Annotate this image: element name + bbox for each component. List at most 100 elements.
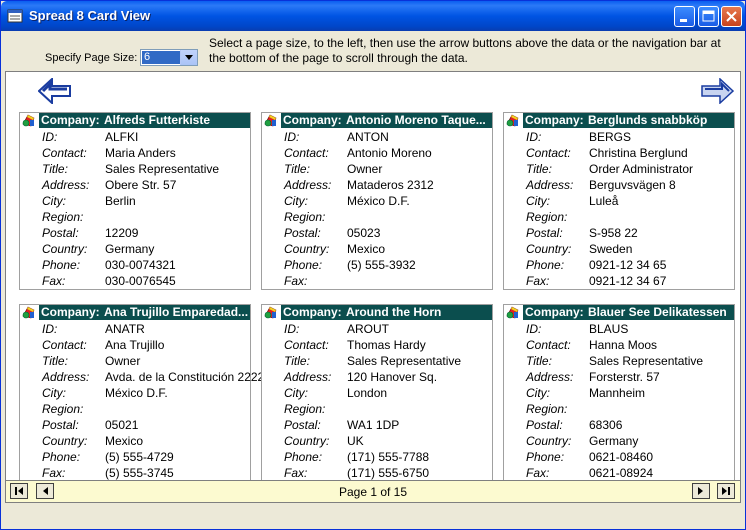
field-label-phone: Phone: [42, 258, 81, 272]
card[interactable]: Company: Ana Trujillo Emparedad... ID: ANAT… [19, 304, 264, 480]
field-value-phone: 0621-08460 [589, 450, 654, 464]
field-row-address: Address: Berguvsvägen 8 [504, 177, 734, 193]
maximize-button[interactable] [698, 6, 719, 27]
field-value-contact: Ana Trujillo [105, 338, 165, 352]
field-row-fax: Fax: (171) 555-6750 [262, 465, 492, 480]
company-label: Company: [41, 113, 100, 127]
field-value-fax: (171) 555-6750 [347, 466, 430, 480]
field-label-city: City: [42, 386, 66, 400]
field-value-postal: 12209 [105, 226, 139, 240]
field-value-address: Obere Str. 57 [105, 178, 177, 192]
field-row-contact: Contact: Maria Anders [20, 145, 250, 161]
card[interactable]: Company: Blauer See Delikatessen ID: BLAUS C… [503, 304, 735, 480]
company-label: Company: [41, 305, 100, 319]
card-company-bar: Company: Blauer See Delikatessen [523, 305, 734, 320]
previous-arrow-icon[interactable] [38, 78, 72, 104]
card[interactable]: Company: Alfreds Futterkiste ID: ALFKI Conta… [19, 112, 251, 290]
page-size-select[interactable]: 6 [140, 49, 198, 66]
field-label-region: Region: [284, 210, 326, 224]
field-label-region: Region: [42, 402, 84, 416]
field-row-phone: Phone: 0921-12 34 65 [504, 257, 734, 273]
field-value-postal: 05023 [347, 226, 381, 240]
field-row-fax: Fax: [262, 273, 492, 289]
card-header: Company: Around the Horn [262, 305, 492, 320]
company-value: Blauer See Delikatessen [588, 305, 727, 319]
field-row-id: ID: AROUT [262, 321, 492, 337]
field-value-id: AROUT [347, 322, 389, 336]
field-value-address: Avda. de la Constitución 2222 [105, 370, 265, 384]
field-row-region: Region: [504, 401, 734, 417]
card[interactable]: Company: Around the Horn ID: AROUT Contact: T… [261, 304, 493, 480]
card-header: Company: Blauer See Delikatessen [504, 305, 734, 320]
field-value-fax: (5) 555-3745 [105, 466, 174, 480]
field-row-phone: Phone: (5) 555-4729 [20, 449, 250, 465]
card-header: Company: Alfreds Futterkiste [20, 113, 250, 128]
page-size-dropdown-button[interactable] [180, 50, 197, 65]
field-label-city: City: [284, 386, 308, 400]
company-label: Company: [283, 113, 342, 127]
field-label-country: Country: [526, 242, 572, 256]
field-label-fax: Fax: [42, 466, 66, 480]
field-value-postal: S-958 22 [589, 226, 638, 240]
field-label-address: Address: [42, 370, 90, 384]
field-value-country: Mexico [347, 242, 386, 256]
field-value-id: ANTON [347, 130, 389, 144]
controls-area: Specify Page Size: 6 Select a page size,… [5, 31, 743, 71]
field-value-id: ANATR [105, 322, 145, 336]
field-label-address: Address: [284, 178, 332, 192]
field-label-title: Title: [284, 354, 310, 368]
close-icon [726, 11, 737, 22]
field-row-country: Country: Germany [504, 433, 734, 449]
field-label-address: Address: [42, 178, 90, 192]
field-value-address: Mataderos 2312 [347, 178, 434, 192]
field-label-region: Region: [526, 402, 568, 416]
field-label-fax: Fax: [526, 466, 550, 480]
field-value-title: Order Administrator [589, 162, 694, 176]
field-label-address: Address: [526, 178, 574, 192]
card[interactable]: Company: Berglunds snabbköp ID: BERGS Contac… [503, 112, 735, 290]
field-row-postal: Postal: 05023 [262, 225, 492, 241]
field-row-country: Country: Mexico [20, 433, 250, 449]
field-label-id: ID: [42, 130, 58, 144]
field-label-city: City: [42, 194, 66, 208]
field-label-country: Country: [42, 242, 88, 256]
record-icon [22, 306, 35, 319]
last-page-icon [722, 487, 730, 495]
close-button[interactable] [721, 6, 742, 27]
field-value-city: México D.F. [105, 386, 168, 400]
field-label-postal: Postal: [284, 418, 321, 432]
field-value-title: Sales Representative [347, 354, 462, 368]
card[interactable]: Company: Antonio Moreno Taque... ID: ANTON C… [261, 112, 493, 290]
field-value-title: Sales Representative [105, 162, 220, 176]
field-value-city: Berlin [105, 194, 136, 208]
last-page-button[interactable] [717, 483, 735, 499]
field-value-fax: 030-0076545 [105, 274, 176, 288]
field-label-contact: Contact: [284, 338, 329, 352]
title-bar[interactable]: Spread 8 Card View [1, 1, 745, 31]
field-row-city: City: México D.F. [20, 385, 250, 401]
field-row-postal: Postal: 12209 [20, 225, 250, 241]
field-row-id: ID: BERGS [504, 129, 734, 145]
field-value-city: London [347, 386, 388, 400]
field-row-country: Country: Sweden [504, 241, 734, 257]
field-value-country: Germany [105, 242, 155, 256]
field-row-contact: Contact: Christina Berglund [504, 145, 734, 161]
field-value-address: Forsterstr. 57 [589, 370, 660, 384]
field-row-city: City: Luleå [504, 193, 734, 209]
field-row-phone: Phone: 0621-08460 [504, 449, 734, 465]
field-label-postal: Postal: [526, 226, 563, 240]
company-value: Around the Horn [346, 305, 442, 319]
field-row-city: City: Mannheim [504, 385, 734, 401]
next-page-button[interactable] [692, 483, 710, 499]
field-label-title: Title: [526, 354, 552, 368]
field-row-country: Country: UK [262, 433, 492, 449]
field-label-fax: Fax: [284, 466, 308, 480]
next-page-icon [698, 487, 703, 495]
maximize-icon [702, 10, 715, 22]
field-value-title: Owner [105, 354, 141, 368]
field-row-fax: Fax: 030-0076545 [20, 273, 250, 289]
field-row-address: Address: 120 Hanover Sq. [262, 369, 492, 385]
next-arrow-icon[interactable] [700, 78, 734, 104]
card-view: Company: Alfreds Futterkiste ID: ALFKI Conta… [5, 71, 741, 481]
minimize-button[interactable] [674, 6, 695, 27]
